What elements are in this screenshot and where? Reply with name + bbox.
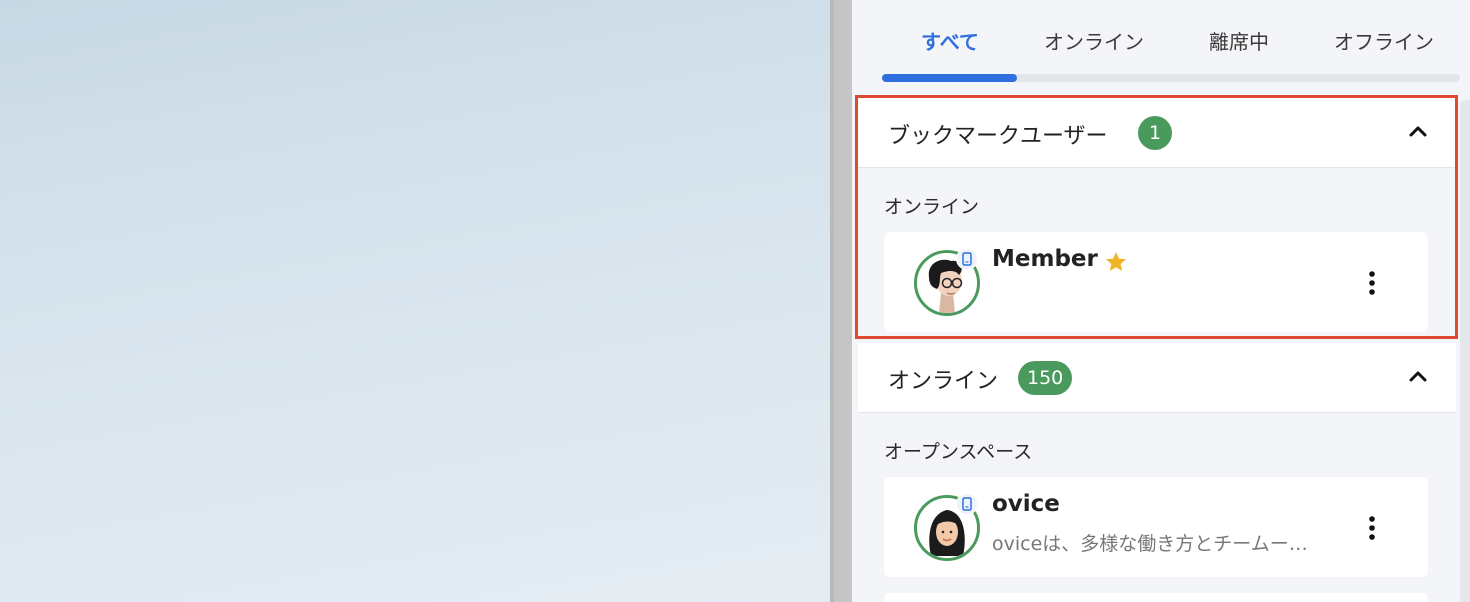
star-icon[interactable]	[1104, 250, 1128, 274]
member-description: oviceは、多様な働き方とチームー…	[992, 533, 1308, 555]
online-section-title: オンライン	[888, 369, 999, 394]
member-card[interactable]: Member	[884, 232, 1428, 332]
tab-active-indicator	[882, 74, 1017, 82]
device-icon	[956, 493, 978, 515]
more-options-icon[interactable]	[1362, 268, 1382, 298]
bookmark-section-title: ブックマークユーザー	[888, 124, 1108, 149]
tab-offline[interactable]: オフライン	[1324, 26, 1444, 54]
member-card[interactable]: ovice oviceは、多様な働き方とチームー…	[884, 477, 1428, 577]
space-canvas[interactable]	[0, 0, 830, 602]
member-card[interactable]	[884, 593, 1428, 602]
member-name: Member	[992, 246, 1098, 272]
online-section-header[interactable]: オンライン 150	[858, 343, 1456, 413]
bookmark-section-header[interactable]: ブックマークユーザー 1	[858, 98, 1456, 168]
online-section: オンライン 150 オープンスペース ovice oviceは、多様な働き方とチ…	[858, 343, 1456, 602]
bookmark-count-badge: 1	[1138, 116, 1172, 150]
member-name: ovice	[992, 491, 1060, 517]
tab-online[interactable]: オンライン	[1034, 26, 1154, 54]
status-tabs: すべて オンライン 離席中 オフライン	[852, 0, 1470, 84]
chevron-up-icon[interactable]	[1406, 365, 1430, 389]
bookmark-section: ブックマークユーザー 1 オンライン Member	[858, 98, 1456, 338]
scrollbar[interactable]	[1460, 100, 1470, 602]
more-options-icon[interactable]	[1362, 513, 1382, 543]
bookmark-group-label: オンライン	[884, 196, 980, 218]
online-count-badge: 150	[1018, 361, 1073, 395]
chevron-up-icon[interactable]	[1406, 120, 1430, 144]
tab-all[interactable]: すべて	[910, 26, 990, 54]
tab-away[interactable]: 離席中	[1194, 26, 1284, 54]
online-group-label: オープンスペース	[884, 441, 1033, 463]
panel-divider-edge	[830, 0, 834, 602]
device-icon	[956, 248, 978, 270]
